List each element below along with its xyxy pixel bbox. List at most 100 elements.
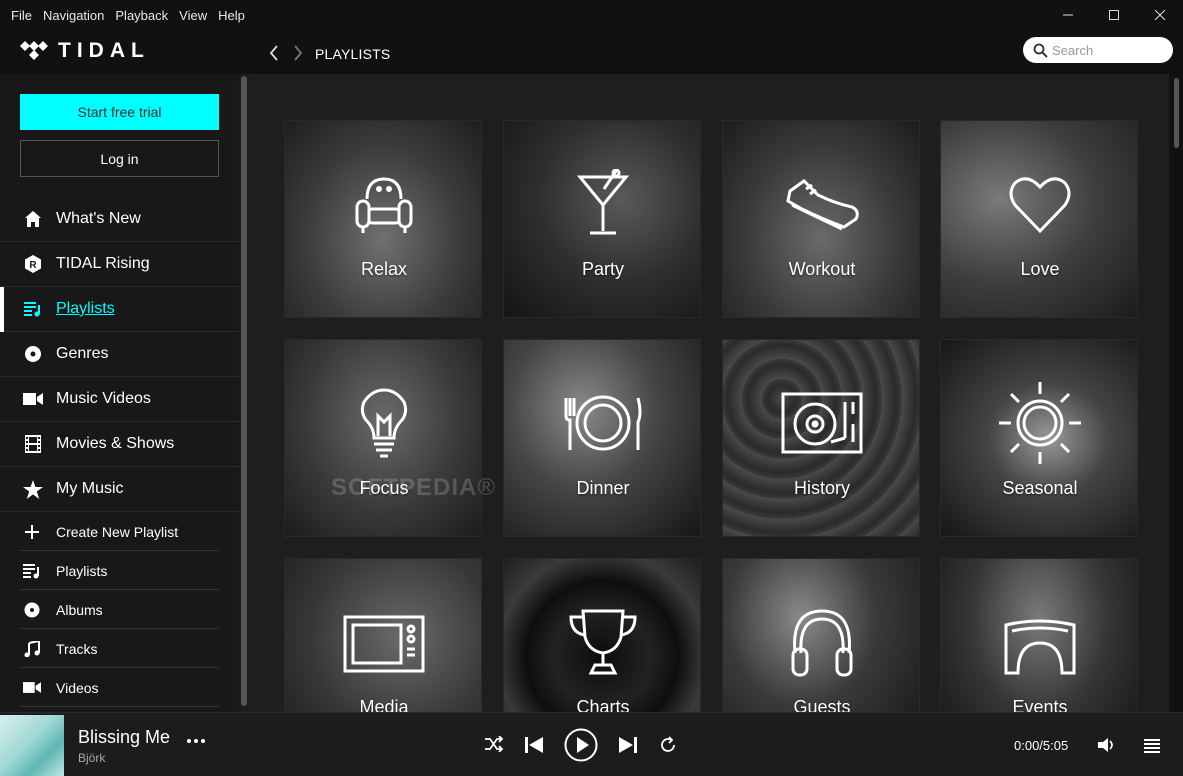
- sneaker-icon: [723, 169, 919, 239]
- sidebar-item-label: Genres: [56, 345, 109, 362]
- sidebar-item-genres[interactable]: Genres: [0, 332, 239, 377]
- sidebar-item-music-videos[interactable]: Music Videos: [0, 377, 239, 422]
- window-controls: [1045, 0, 1183, 30]
- login-button[interactable]: Log in: [20, 140, 219, 177]
- plus-icon: [21, 524, 43, 539]
- chevron-left-icon: [269, 45, 278, 61]
- repeat-button[interactable]: [659, 736, 677, 754]
- menu-help[interactable]: Help: [218, 8, 245, 23]
- menu-view[interactable]: View: [179, 8, 207, 23]
- search-input[interactable]: [1052, 42, 1162, 58]
- sidebar-item-my-music[interactable]: My Music: [0, 467, 239, 512]
- sidebar-item-playlists[interactable]: Playlists: [0, 287, 239, 332]
- tidal-logo-icon: [20, 41, 48, 60]
- sidebar-item-label: Movies & Shows: [56, 435, 175, 452]
- sidebar-item-label: What's New: [56, 210, 141, 227]
- tile-media[interactable]: Media: [284, 558, 482, 712]
- content-scroll-thumb[interactable]: [1174, 78, 1179, 148]
- close-button[interactable]: [1137, 0, 1183, 30]
- sidebar-item-tracks[interactable]: Tracks: [0, 629, 239, 668]
- menu-navigation[interactable]: Navigation: [43, 8, 104, 23]
- sun-icon: [941, 382, 1137, 468]
- chevron-right-icon: [294, 45, 303, 61]
- maximize-icon: [1109, 10, 1119, 20]
- tile-charts[interactable]: Charts: [503, 558, 701, 712]
- minimize-button[interactable]: [1045, 0, 1091, 30]
- menu-file[interactable]: File: [11, 8, 32, 23]
- app-header: TIDAL PLAYLISTS: [0, 30, 1183, 74]
- tile-guests[interactable]: Guests: [722, 558, 920, 712]
- tile-label: Guests: [793, 697, 851, 712]
- queue-list-icon: [1144, 739, 1160, 753]
- tile-events[interactable]: Events: [940, 558, 1138, 712]
- menu-bar: File Navigation Playback View Help: [0, 0, 1183, 30]
- sidebar-item-label: Albums: [56, 601, 103, 618]
- volume-icon: [1098, 738, 1113, 752]
- sidebar-item-create-playlist[interactable]: Create New Playlist: [0, 512, 239, 551]
- shuffle-button[interactable]: [484, 736, 504, 752]
- search-box[interactable]: [1023, 37, 1173, 63]
- sidebar-item-movies-shows[interactable]: Movies & Shows: [0, 422, 239, 467]
- sidebar-item-whats-new[interactable]: What's New: [0, 197, 239, 242]
- tile-label: Workout: [788, 259, 856, 279]
- content-scrollbar[interactable]: [1169, 74, 1183, 712]
- track-title[interactable]: Blissing Me: [78, 727, 170, 748]
- playback-time: 0:00/5:05: [1014, 738, 1069, 753]
- track-artist[interactable]: Björk: [78, 751, 105, 765]
- tv-icon: [285, 607, 481, 675]
- sidebar-item-label: Playlists: [56, 562, 108, 579]
- tile-label: Relax: [360, 259, 408, 279]
- lightbulb-icon: [285, 388, 481, 464]
- tile-dinner[interactable]: Dinner: [503, 339, 701, 537]
- menu-playback[interactable]: Playback: [115, 8, 168, 23]
- sidebar-item-my-playlists[interactable]: Playlists: [0, 551, 239, 590]
- home-icon: [20, 210, 46, 228]
- back-button[interactable]: [262, 42, 286, 64]
- svg-text:R: R: [29, 260, 37, 271]
- play-button[interactable]: [564, 728, 598, 762]
- tile-history[interactable]: History: [722, 339, 920, 537]
- forward-button[interactable]: [286, 42, 310, 64]
- previous-button[interactable]: [524, 735, 544, 755]
- tile-seasonal[interactable]: Seasonal: [940, 339, 1138, 537]
- sidebar-scroll-thumb[interactable]: [241, 76, 247, 706]
- armchair-icon: [285, 169, 481, 239]
- tile-label: Media: [359, 697, 409, 712]
- start-free-trial-button[interactable]: Start free trial: [20, 94, 219, 130]
- heart-icon: [941, 169, 1137, 239]
- cocktail-icon: [504, 169, 700, 239]
- sidebar-item-label: Tracks: [56, 640, 98, 657]
- film-icon: [20, 435, 46, 453]
- tile-label: Seasonal: [1002, 478, 1078, 498]
- stage-icon: [941, 607, 1137, 677]
- music-note-icon: [21, 640, 43, 657]
- next-button[interactable]: [618, 735, 638, 755]
- tile-party[interactable]: Party: [503, 120, 701, 318]
- volume-button[interactable]: [1098, 737, 1116, 753]
- sidebar-item-label: Create New Playlist: [56, 523, 179, 540]
- more-options-button[interactable]: [186, 731, 206, 751]
- my-music-list: Create New Playlist Playlists Albums Tra…: [0, 512, 239, 707]
- watermark-text: SOFTPEDIA®: [331, 474, 497, 501]
- tidal-logo[interactable]: TIDAL: [20, 39, 150, 63]
- tile-love[interactable]: Love: [940, 120, 1138, 318]
- tile-label: Party: [581, 259, 624, 279]
- trophy-icon: [504, 607, 700, 677]
- headphones-icon: [723, 607, 919, 683]
- play-queue-button[interactable]: [1144, 738, 1160, 754]
- turntable-icon: [723, 388, 919, 458]
- tile-label: Events: [1012, 697, 1068, 712]
- tile-focus[interactable]: Focus: [284, 339, 482, 537]
- maximize-button[interactable]: [1091, 0, 1137, 30]
- tile-workout[interactable]: Workout: [722, 120, 920, 318]
- sidebar-item-albums[interactable]: Albums: [0, 590, 239, 629]
- sidebar-item-tidal-rising[interactable]: R TIDAL Rising: [0, 242, 239, 287]
- sidebar-scrollbar[interactable]: [239, 74, 249, 712]
- album-art[interactable]: [0, 715, 64, 776]
- playlist-grid: Relax Party Workout Love Focus Dinner Hi…: [249, 74, 1169, 712]
- tile-relax[interactable]: Relax: [284, 120, 482, 318]
- sidebar-item-videos[interactable]: Videos: [0, 668, 239, 707]
- star-icon: [20, 479, 46, 499]
- play-icon: [564, 728, 598, 762]
- tile-label: History: [793, 478, 850, 498]
